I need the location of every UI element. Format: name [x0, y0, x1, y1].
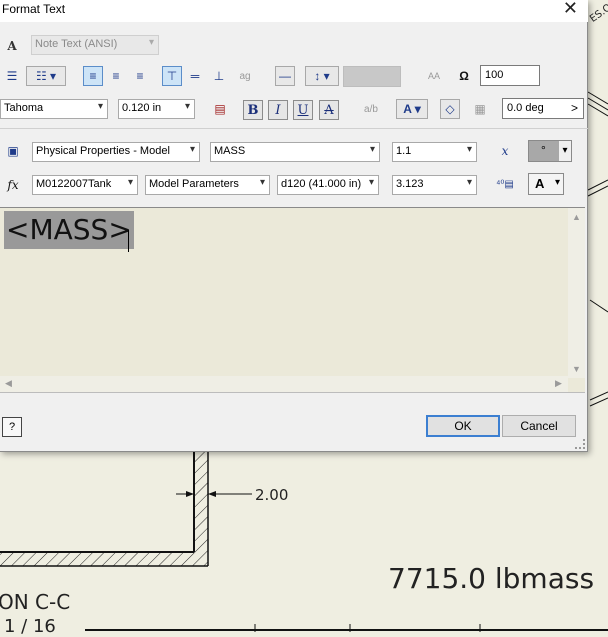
case-dropdown[interactable]: A ▾ [528, 173, 564, 195]
param-precision-value: 3.123 [396, 178, 424, 190]
property-value: MASS [214, 145, 246, 157]
precision-select[interactable]: 1.1 ▾ [392, 142, 477, 162]
chevron-down-icon: ▾ [148, 37, 154, 48]
vertical-scrollbar[interactable]: ▲ ▼ [568, 208, 585, 378]
param-precision-select[interactable]: 3.123 ▾ [392, 175, 477, 195]
align-right-icon[interactable]: ≡ [130, 66, 150, 86]
chevron-down-icon: ▾ [559, 141, 571, 161]
align-middle-icon[interactable]: ═ [185, 66, 205, 86]
property-icon: ▣ [7, 144, 19, 158]
chevron-down-icon: ▾ [369, 144, 375, 155]
add-property-icon[interactable]: x [495, 141, 515, 161]
parameter-value: d120 (41.000 in) [281, 178, 362, 190]
chevron-down-icon: ▾ [368, 177, 374, 188]
type-value: Physical Properties - Model [36, 145, 170, 157]
component-value: M0122007Tank [36, 178, 112, 190]
chevron-down-icon: ▾ [259, 177, 265, 188]
precision-value: 1.1 [396, 145, 412, 157]
editor-content: <MASS> [4, 211, 134, 249]
text-cursor [128, 230, 129, 252]
bold-button[interactable]: B [243, 100, 263, 120]
stack-fraction-icon[interactable]: a/b [361, 99, 381, 119]
chevron-down-icon: ▾ [189, 144, 195, 155]
dimension-value: 2.00 [255, 486, 289, 504]
text-style-value: Note Text (ANSI) [35, 38, 118, 50]
bullet-list-icon[interactable]: ☰ [2, 66, 22, 86]
parameter-select[interactable]: d120 (41.000 in) ▾ [277, 175, 379, 195]
numbered-list-icon[interactable]: ☷ ▾ [26, 66, 66, 86]
baseline-icon[interactable]: ag [235, 66, 255, 86]
rotation-arrow[interactable]: > [571, 101, 578, 115]
ok-button[interactable]: OK [426, 415, 500, 437]
chevron-down-icon: ▾ [184, 101, 190, 112]
help-button[interactable]: ? [2, 417, 22, 437]
fill-icon[interactable]: ◇ [440, 99, 460, 119]
stack-icon[interactable]: AA [424, 66, 444, 86]
width-scale-input[interactable]: 100 [480, 65, 540, 86]
width-scale-icon: Ω [459, 69, 469, 83]
text-color-icon[interactable]: ▤ [210, 99, 230, 119]
text-style-select[interactable]: Note Text (ANSI) ▾ [31, 35, 159, 55]
chevron-down-icon: ▾ [466, 144, 472, 155]
resize-grip-icon[interactable] [575, 439, 585, 449]
chevron-down-icon: ▾ [554, 177, 560, 188]
title-bar: Format Text ✕ [0, 0, 588, 22]
align-left-icon[interactable]: ≡ [83, 66, 103, 86]
align-bottom-icon[interactable]: ⊥ [209, 66, 229, 86]
italic-button[interactable]: I [268, 100, 288, 120]
scroll-left-icon[interactable]: ◀ [5, 378, 12, 389]
type-select[interactable]: Physical Properties - Model ▾ [32, 142, 200, 162]
border-icon[interactable]: ▦ [470, 99, 490, 119]
case-style-icon[interactable]: A ▾ [396, 99, 428, 119]
line-spacing-field [343, 66, 401, 87]
symbol-dropdown[interactable]: ° ▾ [528, 140, 572, 162]
align-top-icon[interactable]: ⊤ [162, 66, 182, 86]
function-icon: fx [7, 178, 19, 192]
text-height-select[interactable]: 0.120 in ▾ [118, 99, 195, 119]
scroll-down-icon[interactable]: ▼ [572, 364, 581, 374]
chevron-down-icon: ▾ [466, 177, 472, 188]
strikethrough-button[interactable]: A [319, 100, 339, 120]
insert-parameter-icon[interactable]: ⁴⁰▤ [495, 174, 515, 194]
scale-label: 1 / 16 [4, 616, 56, 637]
chevron-down-icon: ▾ [97, 101, 103, 112]
align-center-icon[interactable]: ≡ [106, 66, 126, 86]
text-height-value: 0.120 in [122, 102, 162, 114]
chevron-down-icon: ▾ [127, 177, 133, 188]
format-text-dialog: Format Text ✕ A Note Text (ANSI) ▾ ☰ ☷ ▾ … [0, 0, 588, 452]
horizontal-rule-icon[interactable]: — [275, 66, 295, 86]
scroll-up-icon[interactable]: ▲ [572, 212, 581, 222]
symbol-value: ° [541, 143, 546, 157]
section-label: ON C-C [0, 590, 71, 614]
cancel-button[interactable]: Cancel [502, 415, 576, 437]
case-value: A [535, 176, 545, 191]
text-editor[interactable]: <MASS> ▲ ▼ ◀ ▶ [0, 207, 585, 393]
underline-button[interactable]: U [293, 100, 313, 120]
property-select[interactable]: MASS ▾ [210, 142, 380, 162]
text-style-icon: A [7, 39, 17, 53]
divider [0, 128, 588, 129]
close-icon[interactable]: ✕ [563, 0, 578, 19]
line-spacing-icon[interactable]: ↕ ▾ [305, 66, 339, 86]
help-icon: ? [8, 421, 16, 433]
horizontal-scrollbar[interactable]: ◀ ▶ [0, 376, 568, 392]
rotation-value: 0.0 deg [507, 102, 544, 114]
scroll-right-icon[interactable]: ▶ [555, 378, 562, 389]
font-value: Tahoma [4, 102, 44, 114]
rotation-input[interactable]: 0.0 deg > [502, 98, 584, 119]
source-value: Model Parameters [149, 178, 239, 190]
dialog-title: Format Text [2, 2, 66, 16]
mass-annotation: 7715.0 lbmass [388, 562, 595, 595]
source-select[interactable]: Model Parameters ▾ [145, 175, 270, 195]
component-select[interactable]: M0122007Tank ▾ [32, 175, 138, 195]
font-select[interactable]: Tahoma ▾ [0, 99, 108, 119]
